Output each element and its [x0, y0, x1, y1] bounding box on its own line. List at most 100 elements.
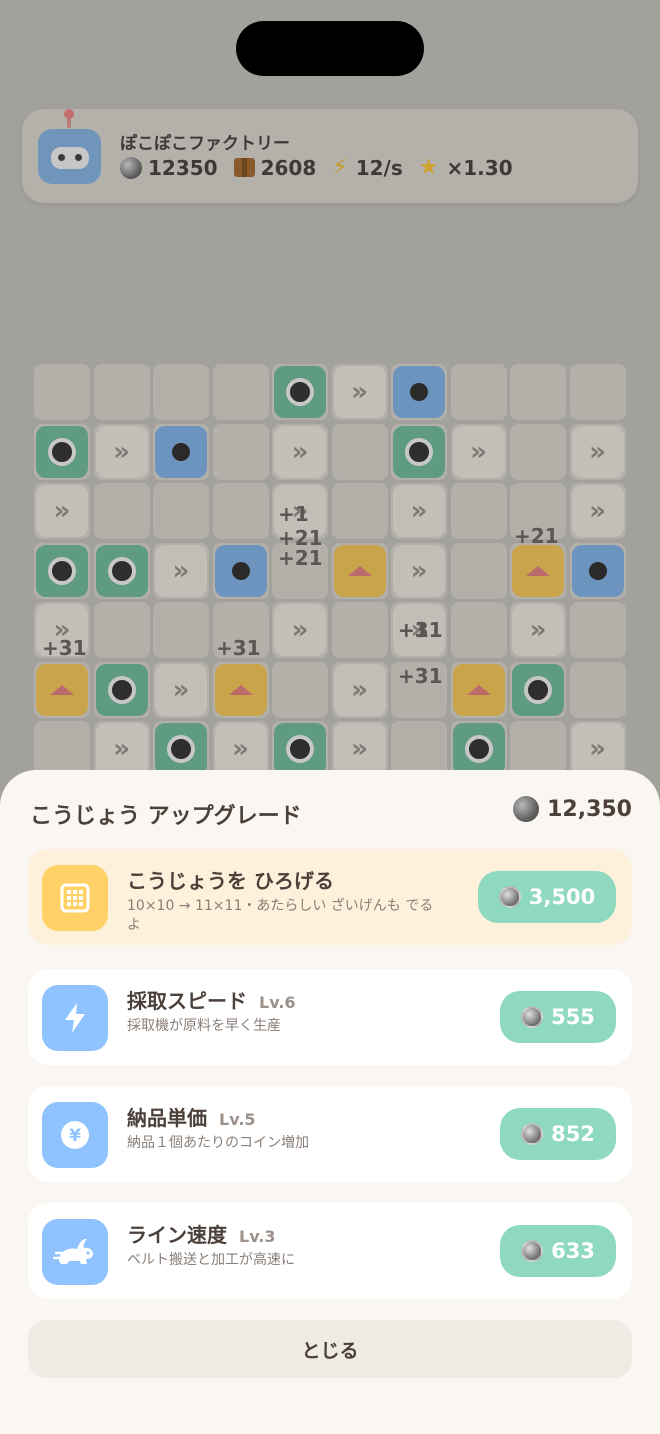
grid-cell[interactable] [450, 364, 507, 420]
grid-cell[interactable] [153, 364, 209, 420]
grid-cell[interactable]: » [391, 542, 447, 599]
grid-cell[interactable] [510, 364, 566, 420]
coin-count: 12350 [148, 155, 218, 180]
stats-bar: 12350 2608 ⚡ 12/s ★ ×1.30 [120, 155, 529, 180]
grid-cell[interactable] [212, 661, 269, 718]
grid-cell[interactable] [212, 542, 269, 599]
conveyor-tile: » [95, 425, 148, 478]
upgrade-desc: ベルト搬送と加工が高速に [127, 1252, 295, 1268]
grid-cell[interactable] [510, 721, 566, 777]
grid-cell[interactable] [93, 364, 150, 420]
grid-cell[interactable] [153, 423, 209, 480]
conveyor-tile: » [36, 485, 88, 537]
grid-cell[interactable] [93, 602, 150, 658]
grid-cell[interactable]: » [450, 423, 507, 480]
grid-cell[interactable] [212, 364, 269, 420]
coin-icon [498, 886, 521, 908]
grid-cell[interactable] [569, 364, 626, 420]
grid-cell[interactable]: » [331, 661, 388, 718]
grid-cell[interactable]: » [331, 721, 388, 777]
grid-cell[interactable]: » [153, 661, 209, 718]
grid-cell[interactable] [450, 602, 507, 658]
lightning-icon: ⚡ [332, 155, 348, 180]
grid-cell[interactable] [212, 483, 269, 539]
grid-cell[interactable]: » [272, 602, 328, 658]
box-count: 2608 [260, 155, 317, 180]
grid-cell[interactable] [331, 542, 388, 599]
grid-cell[interactable]: » [331, 364, 388, 420]
conveyor-tile: » [333, 723, 386, 775]
grid-cell[interactable]: » [93, 721, 150, 777]
upgrade-card-line-speed[interactable]: ライン速度 Lv.3 ベルト搬送と加工が高速に 633 [28, 1203, 632, 1299]
grid-cell[interactable] [34, 364, 90, 420]
machine-tile [452, 723, 505, 775]
sheet-coin-balance: 12,350 [513, 796, 632, 822]
machine-tile [155, 723, 207, 775]
upgrade-title: 納品単価 Lv.5 [127, 1106, 256, 1130]
close-button[interactable]: とじる [28, 1320, 632, 1378]
coin-icon [521, 1123, 544, 1145]
conveyor-tile: » [333, 366, 386, 418]
grid-cell[interactable]: » [212, 721, 269, 777]
grid-cell[interactable]: » [391, 483, 447, 539]
lightning-icon [42, 985, 108, 1051]
machine-tile [393, 425, 445, 478]
grid-cell[interactable]: » [569, 721, 626, 777]
grid-cell[interactable] [450, 483, 507, 539]
grid-cell[interactable]: » [569, 483, 626, 539]
blue-source-tile [571, 544, 624, 597]
upgrade-card-harvest-speed[interactable]: 採取スピード Lv.6 採取機が原料を早く生産 555 [28, 969, 632, 1065]
grid-cell[interactable] [93, 483, 150, 539]
grid-cell[interactable] [93, 661, 150, 718]
grid-cell[interactable] [272, 364, 328, 420]
grid-cell[interactable]: » [153, 542, 209, 599]
grid-cell[interactable] [569, 542, 626, 599]
grid-cell[interactable] [450, 721, 507, 777]
grid-cell[interactable] [391, 423, 447, 480]
grid-cell[interactable] [153, 483, 209, 539]
grid-cell[interactable] [391, 721, 447, 777]
score-popup: +21 [514, 524, 559, 548]
grid-cell[interactable] [34, 423, 90, 480]
conveyor-tile: » [571, 723, 624, 775]
grid-cell[interactable] [391, 364, 447, 420]
buy-button[interactable]: 852 [500, 1108, 616, 1160]
conveyor-tile: » [393, 485, 445, 537]
grid-cell[interactable] [331, 602, 388, 658]
coin-icon [513, 796, 540, 822]
upgrade-card-delivery-price[interactable]: ¥ 納品単価 Lv.5 納品１個あたりのコイン増加 852 [28, 1086, 632, 1182]
grid-cell[interactable] [510, 423, 566, 480]
grid-cell[interactable]: » [569, 423, 626, 480]
grid-cell[interactable]: » [93, 423, 150, 480]
grid-cell[interactable] [569, 661, 626, 718]
grid-cell[interactable] [510, 661, 566, 718]
grid-cell[interactable] [153, 721, 209, 777]
buy-button[interactable]: 555 [500, 991, 616, 1043]
grid-cell[interactable] [331, 483, 388, 539]
grid-cell[interactable] [569, 602, 626, 658]
upgrade-card-expand[interactable]: こうじょうを ひろげる 10×10 → 11×11・あたらしい ざいげんも でる… [28, 849, 632, 945]
grid-cell[interactable] [93, 542, 150, 599]
grid-cell[interactable] [212, 423, 269, 480]
grid-cell[interactable] [34, 661, 90, 718]
grid-cell[interactable] [153, 602, 209, 658]
grid-cell[interactable] [331, 423, 388, 480]
grid-cell[interactable] [34, 721, 90, 777]
score-popup: +1 [398, 618, 429, 642]
grid-cell[interactable] [510, 542, 566, 599]
grid-cell[interactable] [450, 542, 507, 599]
buy-button[interactable]: 633 [500, 1225, 616, 1277]
blue-source-tile [155, 425, 207, 478]
buy-button[interactable]: 3,500 [478, 871, 616, 923]
grid-cell[interactable] [272, 721, 328, 777]
blue-source-tile [393, 366, 445, 418]
grid-cell[interactable]: » [272, 423, 328, 480]
score-popup: +31 [216, 636, 261, 660]
grid-cell[interactable] [450, 661, 507, 718]
machine-tile [512, 663, 564, 716]
grid-cell[interactable]: » [34, 483, 90, 539]
grid-cell[interactable]: » [510, 602, 566, 658]
conveyor-tile: » [393, 544, 445, 597]
grid-cell[interactable] [272, 661, 328, 718]
grid-cell[interactable] [34, 542, 90, 599]
